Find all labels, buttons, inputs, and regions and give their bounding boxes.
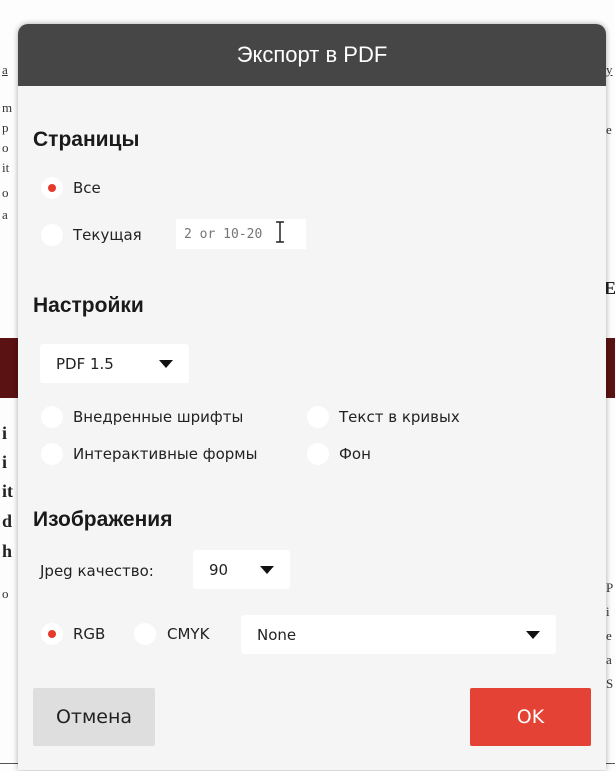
ok-button[interactable]: OK — [470, 688, 591, 746]
cancel-button[interactable]: Отмена — [33, 688, 155, 746]
background-text-fragment: P — [606, 580, 614, 595]
background-text-fragment: y — [606, 62, 613, 77]
interactive-forms-label: Интерактивные формы — [73, 445, 258, 463]
background-text-fragment: it — [2, 160, 10, 175]
background-text-fragment: a — [2, 207, 8, 222]
color-profile-value: None — [257, 625, 297, 644]
chevron-down-icon — [260, 565, 274, 574]
background-text-fragment: o — [2, 140, 9, 155]
cancel-button-label: Отмена — [55, 706, 133, 728]
export-pdf-dialog: Экспорт в PDF Страницы Все Текущая Настр… — [18, 24, 606, 770]
background-text-fragment: o — [2, 586, 9, 601]
background-text-fragment: e — [606, 122, 612, 137]
dialog-title: Экспорт в PDF — [236, 42, 388, 67]
background-text-fragment: m — [2, 100, 13, 115]
cmyk-label: CMYK — [167, 625, 210, 643]
chevron-down-icon — [159, 359, 173, 368]
images-heading: Изображения — [33, 508, 173, 531]
all-pages-radio[interactable] — [41, 177, 63, 199]
background-text-fragment: i — [2, 452, 8, 472]
all-pages-label: Все — [73, 179, 101, 197]
dialog-header: Экспорт в PDF — [18, 24, 606, 86]
background-text-fragment: p — [2, 120, 9, 135]
rgb-radio[interactable] — [41, 623, 63, 645]
pdf-version-select[interactable]: PDF 1.5 — [40, 344, 189, 383]
jpeg-quality-select[interactable]: 90 — [193, 550, 290, 589]
background-text-fragment: h — [2, 541, 13, 561]
pdf-version-value: PDF 1.5 — [56, 354, 114, 373]
background-banner-left — [0, 338, 18, 398]
text-to-curves-checkbox[interactable] — [307, 406, 329, 428]
color-profile-select[interactable]: None — [241, 615, 556, 654]
chevron-down-icon — [526, 630, 540, 639]
background-text-fragment: S — [606, 676, 614, 691]
text-cursor-icon — [276, 221, 284, 243]
background-text-fragment: d — [2, 511, 13, 531]
cmyk-radio[interactable] — [134, 623, 156, 645]
ok-button-label: OK — [516, 706, 545, 728]
background-text-fragment: i — [2, 423, 8, 443]
embedded-fonts-checkbox[interactable] — [41, 406, 63, 428]
text-to-curves-label: Текст в кривых — [339, 408, 460, 426]
background-text-fragment: i — [606, 604, 610, 619]
background-label: Фон — [339, 445, 371, 463]
current-page-label: Текущая — [73, 226, 142, 244]
background-checkbox[interactable] — [307, 443, 329, 465]
embedded-fonts-label: Внедренные шрифты — [73, 408, 244, 426]
interactive-forms-checkbox[interactable] — [41, 443, 63, 465]
settings-heading: Настройки — [33, 294, 144, 317]
rgb-label: RGB — [73, 625, 106, 643]
jpeg-quality-label: Jpeg качество: — [40, 562, 154, 580]
jpeg-quality-value: 90 — [209, 560, 229, 579]
background-text-fragment: o — [2, 185, 9, 200]
background-text-fragment: a — [606, 652, 612, 667]
background-text-fragment: it — [2, 481, 13, 501]
current-page-radio[interactable] — [41, 224, 63, 246]
background-text-fragment: a — [2, 62, 8, 77]
pages-heading: Страницы — [33, 128, 140, 151]
background-text-fragment: e — [606, 628, 612, 643]
page-range-input[interactable] — [176, 219, 306, 249]
